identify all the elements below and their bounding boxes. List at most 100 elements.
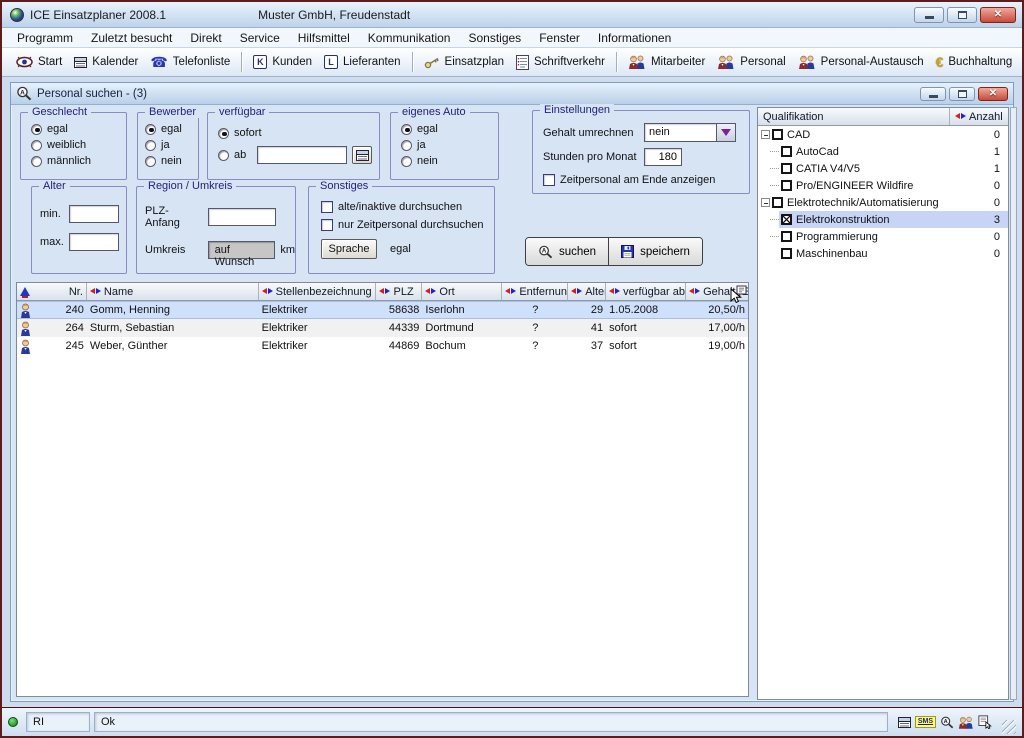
child-maximize-button[interactable] [949, 87, 975, 101]
menu-direkt[interactable]: Direkt [181, 29, 230, 47]
qualifikation-header: Qualifikation Anzahl [758, 108, 1008, 126]
checkbox-icon[interactable] [781, 163, 792, 174]
radio-geschlecht-egal[interactable]: egal [31, 123, 126, 135]
table-row[interactable]: 245 Weber, Günther Elektriker 44869 Boch… [17, 337, 748, 355]
toolbar-personal-button[interactable]: Personal [711, 52, 791, 72]
alter-min-input[interactable] [69, 205, 119, 223]
radio-verfuegbar-sofort[interactable]: sofort [218, 127, 379, 139]
column-header-plz[interactable]: PLZ [376, 283, 422, 301]
checkbox-icon[interactable] [781, 248, 792, 259]
svg-text:A: A [542, 248, 547, 254]
tree-item-catia[interactable]: CATIA V4/V51 [758, 160, 1008, 177]
child-minimize-button[interactable] [920, 87, 946, 101]
toolbar-separator [412, 52, 413, 72]
tree-item-autocad[interactable]: AutoCad1 [758, 143, 1008, 160]
stunden-pro-monat-input[interactable] [644, 148, 682, 166]
checkbox-icon[interactable] [781, 231, 792, 242]
tree-item-programmierung[interactable]: Programmierung0 [758, 228, 1008, 245]
toolbar-einsatzplan-button[interactable]: Einsatzplan [418, 53, 510, 72]
speichern-button[interactable]: speichern [608, 238, 702, 265]
checkbox-zeitpersonal-ende[interactable]: Zeitpersonal am Ende anzeigen [543, 174, 749, 186]
phone-icon: ☎ [150, 55, 167, 69]
radio-geschlecht-maennlich[interactable]: männlich [31, 155, 126, 167]
toolbar-separator [616, 52, 617, 72]
checkbox-icon[interactable] [772, 129, 783, 140]
scrollbar[interactable] [1010, 107, 1017, 700]
column-header-gehalt[interactable]: Gehalt [Euro [686, 283, 748, 301]
radio-geschlecht-weiblich[interactable]: weiblich [31, 139, 126, 151]
table-row[interactable]: 240 Gomm, Henning Elektriker 58638 Iserl… [17, 301, 748, 319]
table-row[interactable]: 264 Sturm, Sebastian Elektriker 44339 Do… [17, 319, 748, 337]
document-cursor-icon[interactable] [978, 715, 992, 729]
radio-bewerber-ja[interactable]: ja [145, 139, 198, 151]
menu-zuletzt-besucht[interactable]: Zuletzt besucht [82, 29, 181, 47]
checkbox-checked-icon[interactable] [781, 214, 792, 225]
toolbar-lieferanten-button[interactable]: L Lieferanten [318, 52, 407, 72]
qualifikation-column-header[interactable]: Qualifikation [758, 108, 950, 125]
radio-auto-ja[interactable]: ja [401, 139, 498, 151]
umkreis-value-field[interactable]: auf Wunsch [208, 241, 276, 259]
radio-auto-nein[interactable]: nein [401, 155, 498, 167]
collapse-icon[interactable] [761, 130, 770, 139]
toolbar-mitarbeiter-button[interactable]: Mitarbeiter [622, 52, 711, 72]
radio-verfuegbar-ab[interactable]: ab [218, 146, 379, 164]
column-header-entfernung[interactable]: Entfernung [502, 283, 568, 301]
menu-informationen[interactable]: Informationen [589, 29, 680, 47]
checkbox-nur-zeitpersonal[interactable]: nur Zeitpersonal durchsuchen [321, 219, 494, 231]
radio-auto-egal[interactable]: egal [401, 123, 498, 135]
menu-kommunikation[interactable]: Kommunikation [359, 29, 460, 47]
tree-item-maschinenbau[interactable]: Maschinenbau0 [758, 245, 1008, 262]
anzahl-column-header[interactable]: Anzahl [950, 108, 1008, 125]
toolbar-personal-austausch-button[interactable]: Personal-Austausch [792, 52, 930, 72]
gehalt-umrechnen-select[interactable]: nein [644, 123, 736, 142]
toolbar-start-button[interactable]: Start [10, 53, 68, 71]
toolbar-schriftverkehr-button[interactable]: Schriftverkehr [510, 52, 611, 73]
tree-item-elektrotechnik[interactable]: Elektrotechnik/Automatisierung0 [758, 194, 1008, 211]
search-icon[interactable]: A [940, 716, 954, 729]
toolbar-telefonliste-button[interactable]: ☎ Telefonliste [144, 52, 236, 72]
column-header-name[interactable]: Name [87, 283, 259, 301]
menu-fenster[interactable]: Fenster [530, 29, 589, 47]
checkbox-icon[interactable] [781, 180, 792, 191]
toolbar-kalender-button[interactable]: Kalender [68, 53, 144, 71]
date-picker-button[interactable] [352, 146, 372, 164]
menu-service[interactable]: Service [231, 29, 289, 47]
child-close-button[interactable]: ✕ [978, 87, 1008, 101]
radio-bewerber-nein[interactable]: nein [145, 155, 198, 167]
sms-icon[interactable]: SMS [915, 716, 936, 728]
people-icon [798, 55, 816, 69]
alter-max-input[interactable] [69, 233, 119, 251]
checkbox-icon[interactable] [781, 146, 792, 157]
toolbar-buchhaltung-button[interactable]: € Buchhaltung [930, 52, 1019, 72]
tree-item-cad[interactable]: CAD0 [758, 126, 1008, 143]
radio-icon [401, 156, 412, 167]
company-title: Muster GmbH, Freudenstadt [258, 8, 410, 22]
column-header-alter[interactable]: Alter [568, 283, 606, 301]
column-header-ort[interactable]: Ort [422, 283, 502, 301]
minimize-button[interactable] [914, 7, 944, 23]
calendar-icon [74, 57, 87, 68]
calendar-icon[interactable] [898, 717, 911, 728]
menu-hilfsmittel[interactable]: Hilfsmittel [289, 29, 359, 47]
tree-item-proengineer[interactable]: Pro/ENGINEER Wildfire0 [758, 177, 1008, 194]
plz-anfang-input[interactable] [208, 208, 276, 226]
checkbox-icon[interactable] [772, 197, 783, 208]
dropdown-button[interactable] [716, 124, 735, 141]
column-header-stellenbezeichnung[interactable]: Stellenbezeichnung [259, 283, 377, 301]
toolbar-kunden-button[interactable]: K Kunden [247, 52, 318, 72]
tree-item-elektrokonstruktion[interactable]: Elektrokonstruktion3 [758, 211, 1008, 228]
maximize-button[interactable] [947, 7, 977, 23]
resize-grip[interactable] [1002, 720, 1016, 734]
column-header-verfuegbar-ab[interactable]: verfügbar ab [606, 283, 686, 301]
suchen-button[interactable]: A suchen [526, 238, 608, 265]
checkbox-alte-inaktive[interactable]: alte/inaktive durchsuchen [321, 201, 494, 213]
column-header-nr[interactable]: Nr. [17, 283, 87, 301]
menu-sonstiges[interactable]: Sonstiges [459, 29, 530, 47]
collapse-icon[interactable] [761, 198, 770, 207]
radio-bewerber-egal[interactable]: egal [145, 123, 198, 135]
close-button[interactable]: ✕ [980, 7, 1016, 23]
people-icon[interactable] [958, 716, 974, 729]
verfuegbar-ab-date-input[interactable] [257, 146, 347, 164]
menu-programm[interactable]: Programm [8, 29, 82, 47]
sprache-button[interactable]: Sprache [321, 239, 377, 259]
